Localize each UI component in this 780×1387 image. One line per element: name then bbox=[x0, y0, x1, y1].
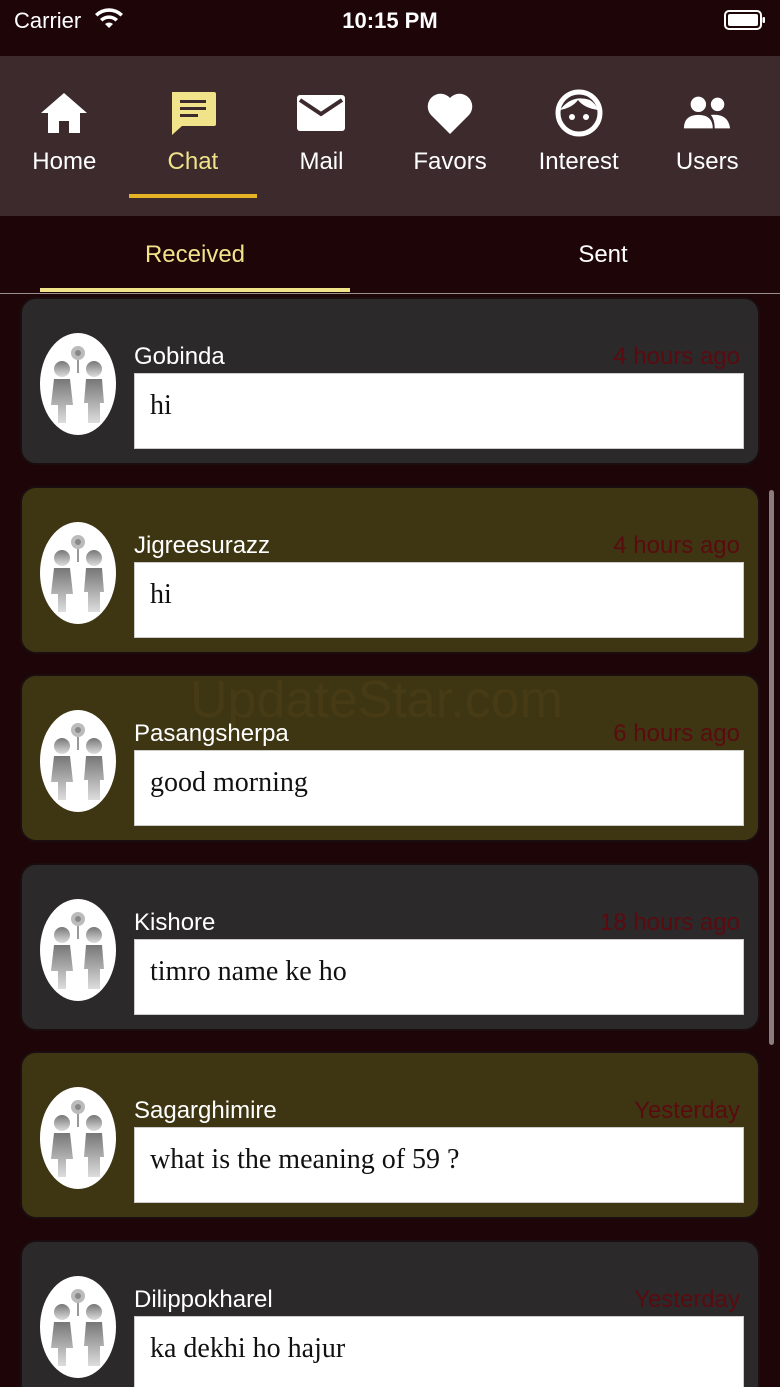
message-text: ka dekhi ho hajur bbox=[134, 1315, 744, 1387]
clock: 10:15 PM bbox=[342, 8, 438, 33]
sender-name: Dilippokharel bbox=[134, 1285, 273, 1313]
chat-icon bbox=[168, 90, 218, 136]
nav-chat-label: Chat bbox=[167, 148, 219, 175]
nav-favors[interactable]: Favors bbox=[386, 56, 515, 216]
avatar[interactable] bbox=[40, 1275, 116, 1378]
face-icon bbox=[554, 89, 604, 137]
scrollbar[interactable] bbox=[769, 490, 774, 1045]
message-tabs: Received Sent bbox=[0, 216, 780, 294]
nav-interest[interactable]: Interest bbox=[514, 56, 643, 216]
sender-name: Jigreesurazz bbox=[134, 531, 271, 559]
message-time: 18 hours ago bbox=[599, 908, 740, 936]
message-time: Yesterday bbox=[634, 1097, 740, 1124]
nav-mail-label: Mail bbox=[299, 148, 344, 175]
tab-sent-label: Sent bbox=[578, 241, 628, 268]
active-tab-indicator bbox=[128, 194, 258, 198]
message-text: hi bbox=[134, 561, 744, 638]
sender-name: Pasangsherpa bbox=[134, 720, 289, 747]
avatar[interactable] bbox=[40, 1087, 116, 1189]
message-card[interactable]: Sagarghimire Yesterday what is the meaning… bbox=[20, 1051, 760, 1219]
avatar[interactable] bbox=[40, 898, 116, 1001]
message-text: timro name ke ho bbox=[134, 938, 744, 1015]
sender-name: Kishore bbox=[134, 908, 216, 936]
message-text: hi bbox=[134, 373, 744, 449]
top-nav: Home Chat Mail Favors Interest Users bbox=[0, 56, 780, 216]
message-card[interactable]: Kishore 18 hours ago timro name ke ho bbox=[20, 862, 760, 1031]
tab-received-underline bbox=[40, 288, 350, 292]
users-icon bbox=[682, 90, 732, 136]
tab-sent[interactable]: Sent bbox=[408, 216, 780, 294]
message-time: 4 hours ago bbox=[613, 343, 740, 370]
message-card[interactable]: Jigreesurazz 4 hours ago hi bbox=[20, 485, 760, 654]
nav-users-label: Users bbox=[675, 148, 739, 175]
nav-chat[interactable]: Chat bbox=[128, 56, 258, 216]
tab-received[interactable]: Received bbox=[0, 216, 390, 294]
nav-home-label: Home bbox=[32, 148, 97, 175]
status-bar: Carrier 10:15 PM bbox=[0, 0, 780, 56]
message-card[interactable]: Dilippokharel Yesterday ka dekhi ho hajur bbox=[20, 1239, 760, 1387]
avatar[interactable] bbox=[40, 521, 116, 624]
message-text: what is the meaning of 59 ? bbox=[134, 1127, 744, 1203]
mail-icon bbox=[296, 90, 346, 136]
battery-icon bbox=[724, 10, 765, 30]
message-list[interactable]: Gobinda 4 hours ago hi Jigreesurazz 4 hours… bbox=[0, 295, 780, 1387]
tab-received-label: Received bbox=[144, 241, 246, 268]
nav-interest-label: Interest bbox=[538, 148, 619, 175]
home-icon bbox=[39, 90, 89, 136]
message-text: good morning bbox=[134, 750, 744, 826]
heart-icon bbox=[425, 90, 475, 136]
avatar[interactable] bbox=[40, 710, 116, 812]
message-card[interactable]: Gobinda 4 hours ago hi bbox=[20, 297, 760, 465]
nav-users[interactable]: Users bbox=[643, 56, 772, 216]
sender-name: Sagarghimire bbox=[134, 1097, 277, 1124]
sender-name: Gobinda bbox=[134, 343, 225, 370]
message-time: Yesterday bbox=[634, 1285, 740, 1313]
message-card[interactable]: Pasangsherpa 6 hours ago good morning bbox=[20, 674, 760, 842]
message-time: 6 hours ago bbox=[613, 720, 740, 747]
nav-home[interactable]: Home bbox=[0, 56, 129, 216]
nav-favors-label: Favors bbox=[413, 148, 487, 175]
nav-mail[interactable]: Mail bbox=[257, 56, 386, 216]
avatar[interactable] bbox=[40, 333, 116, 435]
message-time: 4 hours ago bbox=[613, 531, 740, 559]
